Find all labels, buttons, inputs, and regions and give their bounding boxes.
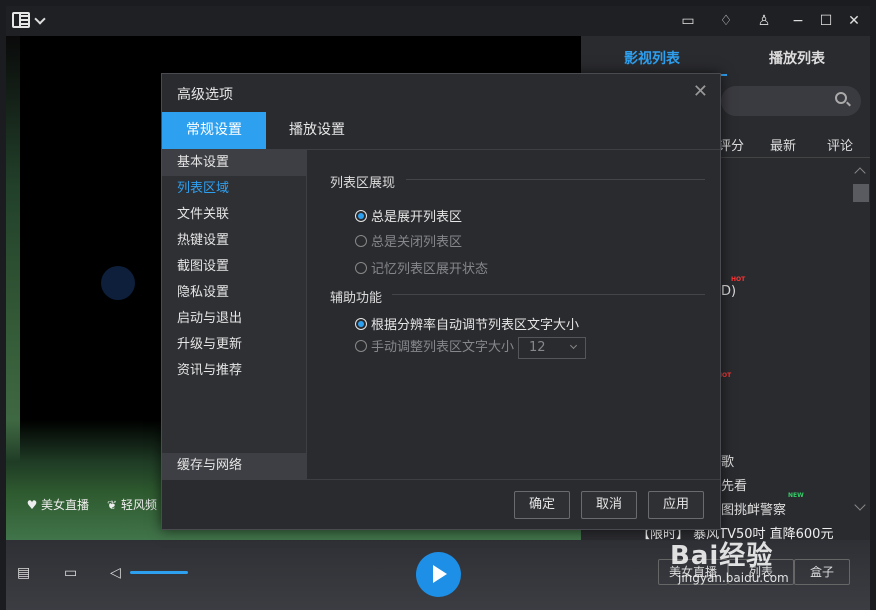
radio-icon[interactable] bbox=[355, 262, 367, 274]
ok-button[interactable]: 确定 bbox=[514, 491, 570, 519]
volume-icon[interactable]: ◁ bbox=[110, 565, 121, 581]
sidebar-item-cache-network[interactable]: 缓存与网络 bbox=[162, 453, 306, 479]
radio-icon[interactable] bbox=[355, 340, 367, 352]
option-auto-font-size[interactable]: 根据分辨率自动调节列表区文字大小 bbox=[355, 314, 579, 333]
tab-playback-settings[interactable]: 播放设置 bbox=[265, 112, 369, 149]
hot-badge: HOT bbox=[731, 276, 746, 283]
radio-checked-icon[interactable] bbox=[355, 210, 367, 222]
list-item[interactable]: 先看 bbox=[721, 475, 747, 494]
minimize-icon[interactable]: − bbox=[788, 11, 808, 31]
section-title-list-display: 列表区展现 bbox=[330, 176, 396, 191]
chevron-down-icon bbox=[569, 341, 578, 349]
video-link-live[interactable]: ♥ 美女直播 bbox=[26, 496, 89, 513]
radio-icon[interactable] bbox=[355, 235, 367, 247]
sidebar-item-update[interactable]: 升级与更新 bbox=[162, 332, 306, 358]
new-badge: NEW bbox=[788, 492, 804, 499]
list-item[interactable]: 歌 bbox=[721, 451, 734, 470]
cancel-button[interactable]: 取消 bbox=[581, 491, 637, 519]
volume-slider[interactable] bbox=[130, 571, 188, 574]
feedback-icon[interactable]: ▭ bbox=[678, 11, 698, 31]
section-divider bbox=[392, 294, 705, 295]
maximize-icon[interactable]: ☐ bbox=[816, 11, 836, 31]
settings-sidebar: 基本设置 列表区域 文件关联 热键设置 截图设置 隐私设置 启动与退出 升级与更… bbox=[162, 150, 307, 479]
video-link-breeze[interactable]: ❦ 轻风频 bbox=[106, 496, 157, 513]
search-input[interactable] bbox=[721, 86, 861, 116]
skin-icon[interactable]: ♙ bbox=[754, 11, 774, 31]
radio-checked-icon[interactable] bbox=[355, 318, 367, 330]
font-size-select[interactable]: 12 bbox=[518, 336, 587, 359]
watermark-logo: Bai经验 bbox=[670, 541, 774, 571]
scrollbar-thumb[interactable] bbox=[853, 184, 869, 202]
search-icon[interactable] bbox=[835, 92, 847, 104]
sidebar-item-news[interactable]: 资讯与推荐 bbox=[162, 358, 306, 384]
close-icon[interactable]: ✕ bbox=[844, 11, 864, 31]
advanced-options-dialog: 高级选项 ✕ 常规设置 播放设置 基本设置 列表区域 文件关联 热键设置 截图设… bbox=[161, 73, 721, 530]
tab-play-list[interactable]: 播放列表 bbox=[769, 48, 825, 68]
title-bar: ▭ ♢ ♙ − ☐ ✕ bbox=[6, 6, 870, 36]
option-always-expand[interactable]: 总是展开列表区 bbox=[355, 206, 462, 225]
notify-icon[interactable]: ♢ bbox=[716, 11, 736, 31]
sort-rating[interactable]: 评分 bbox=[718, 135, 744, 154]
menu-logo-icon[interactable] bbox=[12, 12, 30, 28]
settings-content: 列表区展现 总是展开列表区 总是关闭列表区 记忆列表区展开状态 辅助功能 根据分… bbox=[308, 150, 720, 479]
watermark-url: jingyan.baidu.com bbox=[678, 571, 789, 585]
leaf-icon: ❦ bbox=[106, 498, 118, 512]
sidebar-item-basic[interactable]: 基本设置 bbox=[162, 150, 306, 176]
tab-general-settings[interactable]: 常规设置 bbox=[162, 112, 266, 149]
sidebar-item-file-assoc[interactable]: 文件关联 bbox=[162, 202, 306, 228]
sort-comments[interactable]: 评论 bbox=[827, 135, 853, 154]
sidebar-item-screenshot[interactable]: 截图设置 bbox=[162, 254, 306, 280]
dialog-tabs: 常规设置 播放设置 bbox=[162, 112, 720, 150]
dialog-title: 高级选项 bbox=[177, 87, 233, 103]
option-remember-state[interactable]: 记忆列表区展开状态 bbox=[355, 258, 488, 277]
dialog-footer: 确定 取消 应用 bbox=[162, 479, 720, 529]
video-light-orb bbox=[101, 266, 135, 300]
sidebar-item-list-area[interactable]: 列表区域 bbox=[162, 176, 306, 202]
sidebar-item-privacy[interactable]: 隐私设置 bbox=[162, 280, 306, 306]
chevron-down-icon[interactable] bbox=[34, 13, 46, 25]
option-manual-font-size[interactable]: 手动调整列表区文字大小 12 bbox=[355, 336, 587, 359]
list-item[interactable]: D) bbox=[721, 284, 736, 299]
sidebar-item-startup-exit[interactable]: 启动与退出 bbox=[162, 306, 306, 332]
scroll-up-icon[interactable] bbox=[854, 167, 866, 179]
sort-latest[interactable]: 最新 bbox=[770, 135, 796, 154]
option-always-collapse[interactable]: 总是关闭列表区 bbox=[355, 231, 462, 250]
close-icon[interactable]: ✕ bbox=[693, 82, 708, 102]
apply-button[interactable]: 应用 bbox=[648, 491, 704, 519]
heart-icon: ♥ bbox=[26, 498, 38, 512]
section-title-accessibility: 辅助功能 bbox=[330, 291, 383, 306]
tab-video-list[interactable]: 影视列表 bbox=[624, 48, 680, 68]
sidebar-item-hotkeys[interactable]: 热键设置 bbox=[162, 228, 306, 254]
toolbox-icon[interactable]: ▤ bbox=[17, 565, 30, 581]
play-button[interactable] bbox=[416, 552, 461, 597]
open-folder-icon[interactable]: ▭ bbox=[64, 565, 77, 581]
section-divider bbox=[406, 179, 705, 180]
